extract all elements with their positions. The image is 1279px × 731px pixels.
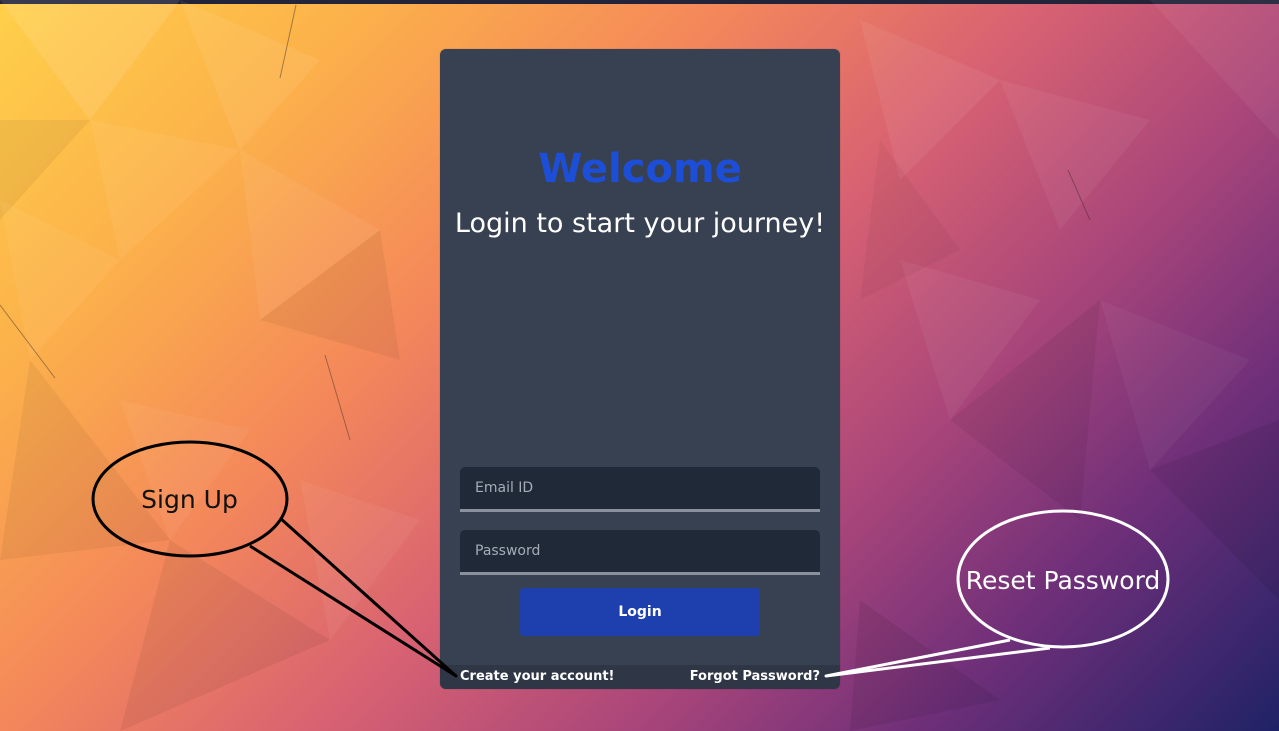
create-account-link[interactable]: Create your account!	[460, 669, 614, 684]
welcome-title: Welcome	[538, 146, 742, 192]
forgot-password-link[interactable]: Forgot Password?	[690, 669, 820, 684]
email-field[interactable]	[460, 467, 820, 512]
login-card: Welcome Login to start your journey! Log…	[440, 49, 840, 689]
login-subtitle: Login to start your journey!	[454, 208, 826, 239]
password-field[interactable]	[460, 530, 820, 575]
login-button[interactable]: Login	[520, 588, 760, 636]
